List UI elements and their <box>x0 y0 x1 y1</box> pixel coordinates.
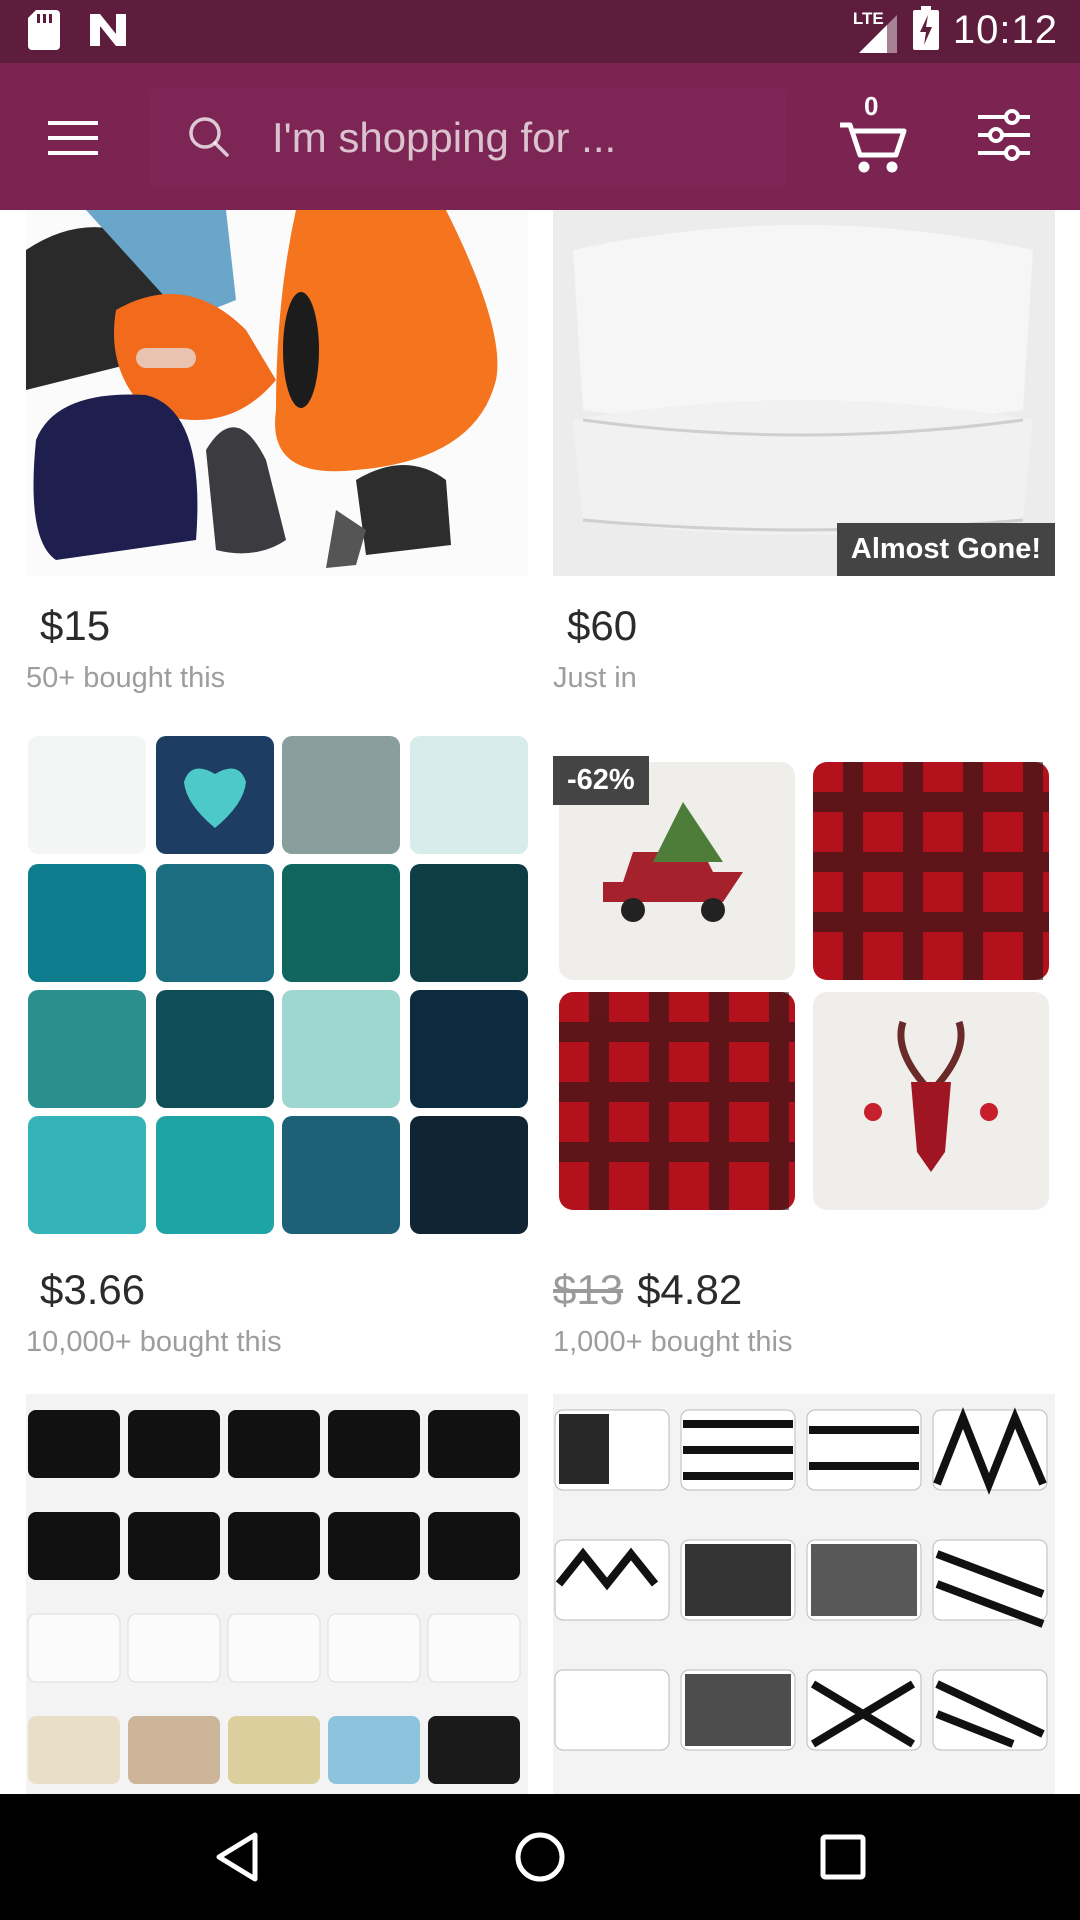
app-toolbar: 0 <box>0 63 1080 210</box>
product-card[interactable] <box>26 1394 528 1794</box>
battery-charging-icon <box>912 6 939 55</box>
product-price: $15 <box>40 602 111 649</box>
product-price: $4.82 <box>637 1266 743 1313</box>
cart-button[interactable]: 0 <box>838 91 908 177</box>
product-card[interactable]: Almost Gone! $60 Just in <box>553 210 1055 695</box>
recents-button[interactable] <box>810 1824 876 1890</box>
product-price: $3.66 <box>40 1266 146 1313</box>
system-navigation-bar <box>0 1794 1080 1920</box>
product-image[interactable] <box>26 1394 528 1794</box>
signal-icon: LTE <box>853 7 899 55</box>
product-image[interactable]: -62% <box>553 732 1055 1240</box>
back-triangle-icon <box>216 1832 258 1882</box>
filter-button[interactable] <box>976 107 1036 167</box>
back-button[interactable] <box>204 1824 270 1890</box>
home-circle-icon <box>515 1832 565 1882</box>
menu-button[interactable] <box>40 105 106 171</box>
home-button[interactable] <box>507 1824 573 1890</box>
product-image[interactable] <box>26 210 528 576</box>
product-card[interactable] <box>553 1394 1055 1794</box>
search-bar[interactable] <box>150 88 786 186</box>
product-subtitle: 1,000+ bought this <box>553 1326 793 1358</box>
product-old-price: $13 <box>553 1266 624 1313</box>
status-bar: LTE 10:12 <box>0 0 1080 63</box>
product-subtitle: 50+ bought this <box>26 662 226 694</box>
product-image[interactable] <box>553 1394 1055 1794</box>
n-notification-icon <box>88 12 128 53</box>
discount-badge: -62% <box>553 756 649 805</box>
hamburger-menu-icon <box>48 121 98 155</box>
product-card[interactable]: $15 50+ bought this <box>26 210 528 695</box>
search-icon <box>188 116 230 163</box>
sd-card-icon <box>28 10 60 55</box>
product-image[interactable] <box>26 732 528 1240</box>
search-input[interactable] <box>272 108 762 168</box>
status-time: 10:12 <box>952 8 1058 52</box>
almost-gone-badge: Almost Gone! <box>836 523 1055 576</box>
recents-square-icon <box>820 1834 866 1880</box>
product-image[interactable]: Almost Gone! <box>553 210 1055 576</box>
cart-count: 0 <box>864 91 879 121</box>
product-subtitle: Just in <box>553 662 637 694</box>
filter-sliders-icon <box>978 109 1030 161</box>
product-subtitle: 10,000+ bought this <box>26 1326 282 1358</box>
product-grid: $15 50+ bought this Almost Gone! $60 Jus… <box>0 210 1080 1794</box>
product-card[interactable]: $3.66 10,000+ bought this <box>26 732 528 1359</box>
product-card[interactable]: -62% $13 $4.82 1,000+ bought this <box>553 732 1055 1359</box>
product-price: $60 <box>567 602 638 649</box>
